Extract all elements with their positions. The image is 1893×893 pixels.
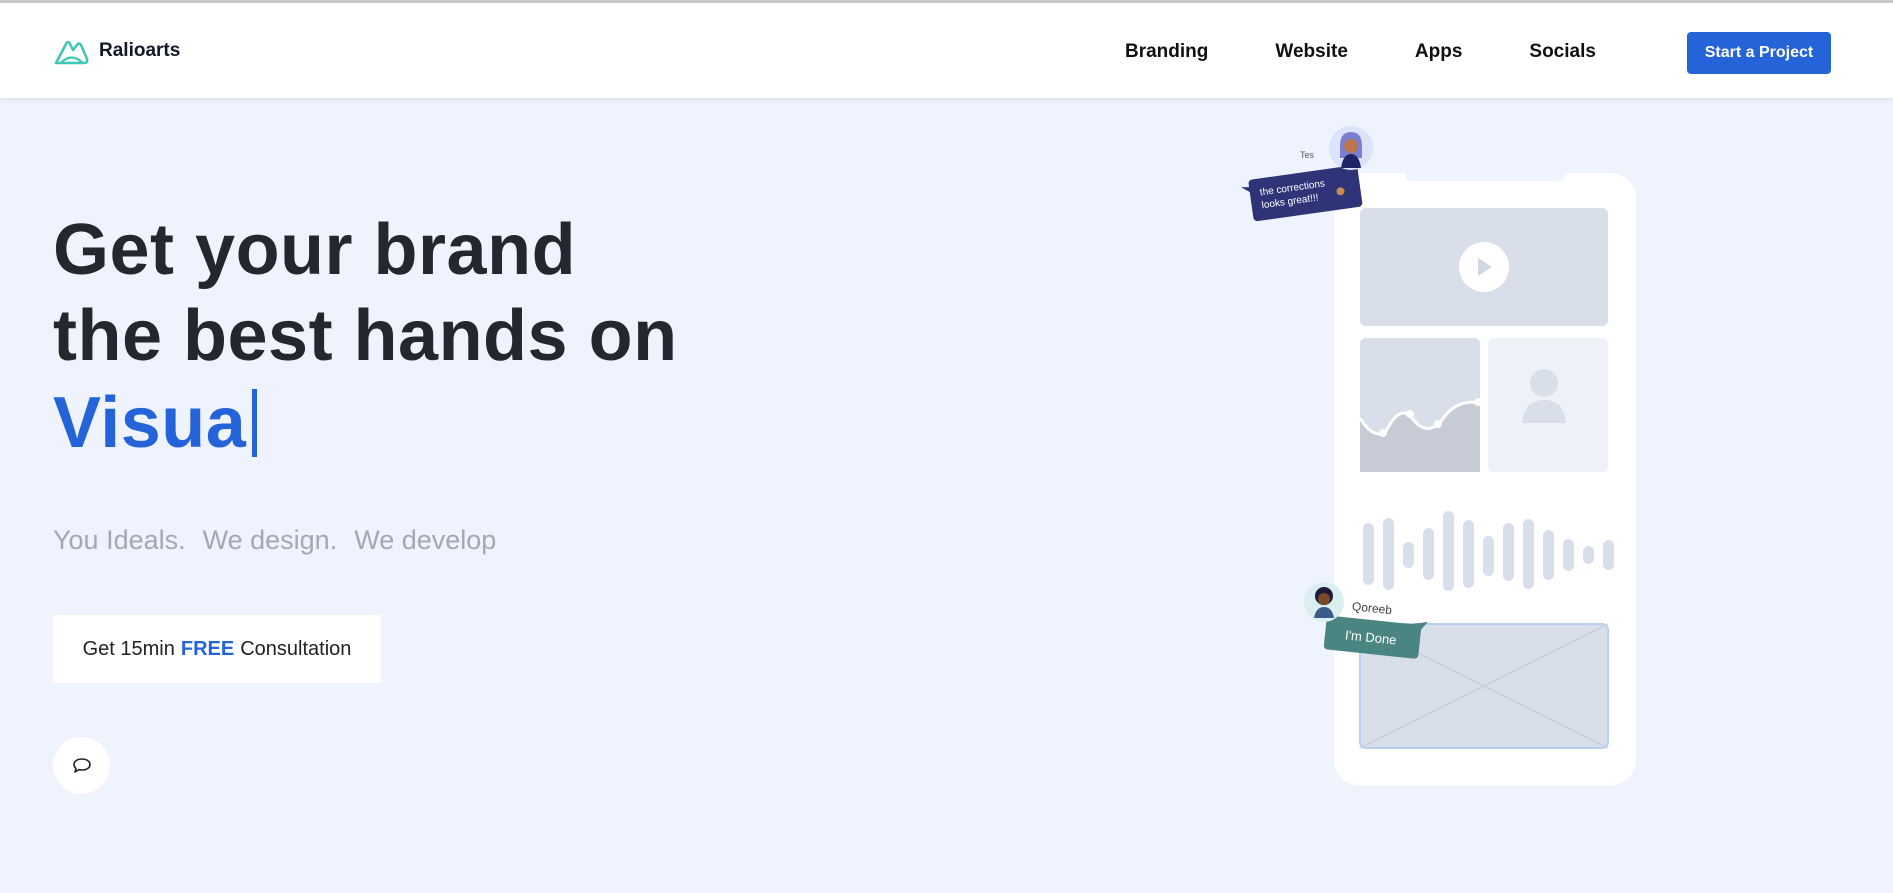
phone-illustration: the corrections looks great!!! Tes I'm D… xyxy=(1240,126,1636,786)
brand[interactable]: Ralioarts xyxy=(53,36,180,66)
tes-avatar xyxy=(1329,126,1373,170)
navbar: Ralioarts Branding Website Apps Socials … xyxy=(0,3,1893,98)
phone-notch xyxy=(1405,167,1565,181)
tagline-part-design: We design. xyxy=(202,525,338,555)
tagline-part-ideals: You Ideals. xyxy=(53,525,186,555)
bubble-top-name: Tes xyxy=(1300,150,1315,160)
nav-link-socials[interactable]: Socials xyxy=(1529,41,1596,63)
qoreeb-avatar xyxy=(1304,582,1344,622)
hero-heading-line1: Get your brand xyxy=(53,210,577,290)
typing-caret xyxy=(252,389,258,457)
nav-link-website[interactable]: Website xyxy=(1275,41,1348,63)
user-avatar-icon xyxy=(1530,369,1558,397)
chat-button[interactable] xyxy=(53,737,110,794)
tagline-part-develop: We develop xyxy=(354,525,497,555)
chat-bubble-icon xyxy=(72,757,91,773)
nav-link-apps[interactable]: Apps xyxy=(1415,41,1463,63)
main-nav: Branding Website Apps Socials xyxy=(1125,41,1596,63)
mountain-logo-icon xyxy=(54,40,89,65)
hero-heading-line2: the best hands on xyxy=(53,296,678,376)
consult-suffix: Consultation xyxy=(240,637,352,660)
hero-typed-line: Visua xyxy=(53,383,258,463)
brand-name: Ralioarts xyxy=(99,40,181,61)
consult-prefix: Get 15min xyxy=(82,637,175,660)
start-project-button[interactable]: Start a Project xyxy=(1687,32,1831,74)
tagline: You Ideals. We design. We develop xyxy=(53,525,496,556)
hero-typed-word: Visua xyxy=(53,383,247,463)
consult-free: FREE xyxy=(180,637,235,660)
nav-link-branding[interactable]: Branding xyxy=(1125,41,1208,63)
free-consultation-button[interactable]: Get 15min FREE Consultation xyxy=(53,615,381,683)
